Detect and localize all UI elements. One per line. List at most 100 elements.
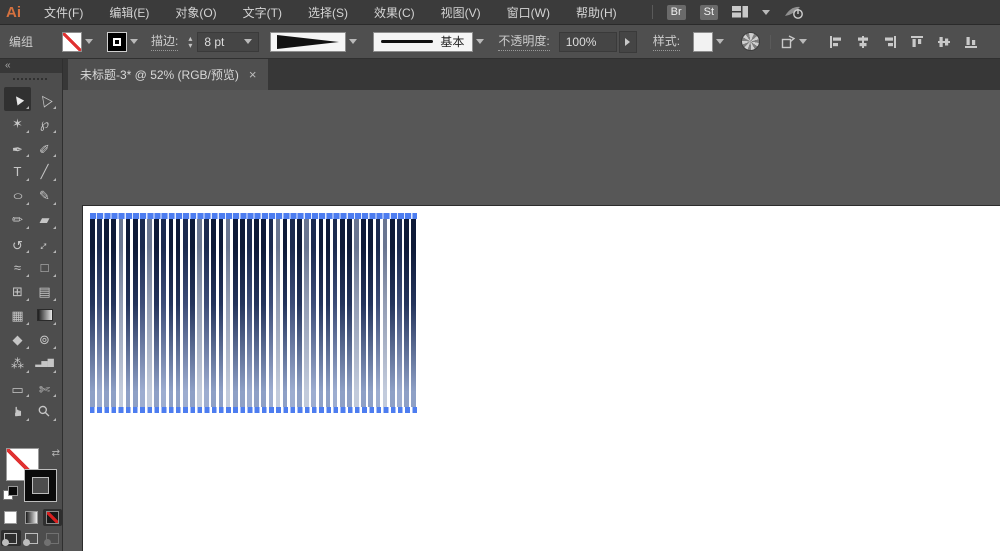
style-swatch-control[interactable] <box>693 32 724 52</box>
column-graph-tool[interactable]: ▂▅▇ <box>31 351 58 375</box>
pen-tool[interactable]: ✒ <box>4 139 31 159</box>
divider <box>770 35 771 49</box>
zoom-tool[interactable]: ⚲ <box>31 399 58 423</box>
draw-inside-button[interactable] <box>43 530 63 546</box>
draw-behind-button[interactable] <box>22 530 42 546</box>
recolor-artwork-icon[interactable] <box>741 32 760 51</box>
step-down-icon[interactable]: ▾ <box>188 42 192 49</box>
perspective-grid-tool[interactable]: ▤ <box>31 279 58 303</box>
stripe <box>226 219 231 407</box>
document-tab[interactable]: 未标题-3* @ 52% (RGB/预览) × <box>68 59 268 90</box>
transform-options-button[interactable] <box>781 35 807 49</box>
style-swatch-icon[interactable] <box>693 32 713 52</box>
align-vertical-center-button[interactable] <box>937 35 951 49</box>
align-vertical-top-button[interactable] <box>910 35 924 49</box>
line-tool[interactable]: ╱ <box>31 159 58 183</box>
chevron-down-icon[interactable] <box>85 39 93 44</box>
menu-item[interactable]: 对象(O) <box>162 4 229 21</box>
panel-collapse-button[interactable]: « <box>0 59 62 73</box>
direct-selection-tool[interactable]: △ <box>31 87 58 111</box>
stroke-color-control[interactable] <box>107 32 138 52</box>
stripe <box>104 219 109 407</box>
artboard-tool[interactable]: ▭ <box>4 379 31 399</box>
lasso-tool[interactable]: ℘ <box>31 111 58 135</box>
none-button[interactable] <box>43 509 62 526</box>
chevron-down-icon[interactable] <box>716 39 724 44</box>
paintbrush-tool[interactable]: ✎ <box>31 183 58 207</box>
chevron-down-icon[interactable] <box>476 39 484 44</box>
gpu-performance-icon[interactable] <box>784 5 806 20</box>
width-tool[interactable]: ≈ <box>4 255 31 279</box>
shaper-tool[interactable]: ✏ <box>4 207 31 231</box>
scale-tool[interactable]: ↕ <box>31 235 58 255</box>
ellipse-tool[interactable]: ○ <box>4 183 31 207</box>
align-horizontal-center-button[interactable] <box>856 35 870 49</box>
brush-preview[interactable]: 基本 <box>373 32 473 52</box>
brush-definition-dropdown[interactable]: 基本 <box>373 32 484 52</box>
rotate-tool[interactable]: ↺ <box>4 235 31 255</box>
brush-stroke-icon <box>381 40 433 43</box>
canvas-pasteboard[interactable] <box>63 90 1000 551</box>
swap-fill-stroke-icon[interactable]: ⇄ <box>52 448 60 459</box>
stroke-weight-field[interactable]: 8 pt <box>197 32 259 52</box>
menu-item[interactable]: 帮助(H) <box>563 4 630 21</box>
style-label[interactable]: 样式: <box>653 32 680 51</box>
zoom-icon: ⚲ <box>35 402 53 420</box>
default-fill-stroke-icon[interactable] <box>3 486 17 500</box>
menu-item[interactable]: 文字(T) <box>230 4 295 21</box>
chevron-down-icon[interactable] <box>349 39 357 44</box>
stock-button[interactable]: St <box>700 5 718 20</box>
stroke-weight-stepper[interactable]: ▴ ▾ <box>188 35 192 49</box>
symbol-sprayer-tool[interactable]: ⁂ <box>4 351 31 375</box>
panel-grip[interactable] <box>13 78 49 80</box>
chevron-down-icon[interactable] <box>799 39 807 44</box>
color-button[interactable] <box>1 509 20 526</box>
width-profile-preview[interactable] <box>270 32 346 52</box>
align-horizontal-left-button[interactable] <box>829 35 843 49</box>
workspace-switcher-icon[interactable] <box>732 6 748 18</box>
menu-item[interactable]: 选择(S) <box>295 4 361 21</box>
stroke-swatch-icon[interactable] <box>107 32 127 52</box>
opacity-label[interactable]: 不透明度: <box>498 32 549 51</box>
chevron-down-icon[interactable] <box>762 10 770 15</box>
width-profile-dropdown[interactable] <box>270 32 357 52</box>
draw-normal-button[interactable] <box>1 530 21 546</box>
type-tool[interactable]: T <box>4 159 31 183</box>
align-vertical-bottom-button[interactable] <box>964 35 978 49</box>
menu-item[interactable]: 视图(V) <box>428 4 494 21</box>
chevron-down-icon[interactable] <box>244 39 252 44</box>
gradient-tool[interactable] <box>31 303 58 327</box>
opacity-panel-button[interactable] <box>619 31 637 53</box>
stripe <box>254 219 259 407</box>
free-transform-tool[interactable]: □ <box>31 255 58 279</box>
hand-tool[interactable]: ☛ <box>4 399 31 423</box>
fill-color-control[interactable] <box>62 32 93 52</box>
selection-tool[interactable]: ▲ <box>4 87 31 111</box>
tab-close-icon[interactable]: × <box>249 67 257 82</box>
collapse-icon[interactable]: « <box>5 60 11 71</box>
menu-item[interactable]: 编辑(E) <box>96 4 162 21</box>
chevron-down-icon[interactable] <box>130 39 138 44</box>
menu-item[interactable]: 效果(C) <box>361 4 428 21</box>
stroke-indicator[interactable] <box>24 469 57 502</box>
slice-tool[interactable]: ✄ <box>31 379 58 399</box>
bridge-button[interactable]: Br <box>667 5 686 20</box>
shape-builder-icon: ⊞ <box>12 285 23 298</box>
fill-none-swatch-icon[interactable] <box>62 32 82 52</box>
magic-wand-tool[interactable]: ✶ <box>4 111 31 135</box>
stroke-weight-label[interactable]: 描边: <box>151 32 178 51</box>
blend-tool[interactable]: ⊚ <box>31 327 58 351</box>
menu-item[interactable]: 文件(F) <box>31 4 96 21</box>
curvature-tool[interactable]: ✐ <box>31 139 58 159</box>
menu-item[interactable]: 窗口(W) <box>494 4 563 21</box>
mesh-tool[interactable]: ▦ <box>4 303 31 327</box>
opacity-field[interactable]: 100% <box>559 32 617 52</box>
align-horizontal-right-button[interactable] <box>883 35 897 49</box>
artwork-striped-rectangle[interactable] <box>90 213 417 413</box>
eyedropper-tool[interactable]: ◆ <box>4 327 31 351</box>
tool-grid: ▲△✶℘✒✐T╱○✎✏▰↺↕≈□ ⊞ ▤▦◆⊚⁂▂▅▇▭✄☛⚲ <box>0 87 62 423</box>
gradient-button[interactable] <box>22 509 41 526</box>
stripe <box>154 219 159 407</box>
shape-builder-tool[interactable]: ⊞ <box>4 279 31 303</box>
eraser-tool[interactable]: ▰ <box>31 207 58 231</box>
